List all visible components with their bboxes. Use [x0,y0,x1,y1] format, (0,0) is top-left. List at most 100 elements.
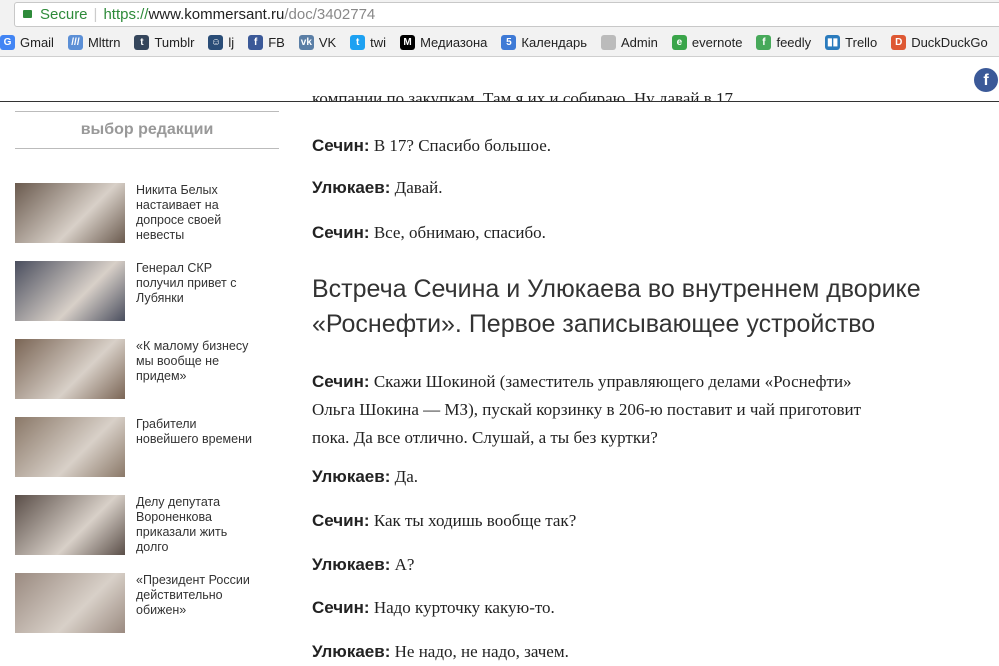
duckduckgo-icon: D [891,34,907,50]
dialogue-line: Сечин: Как ты ходишь вообще так? [312,507,962,535]
article-cut-line: компании по закупкам. Там я их и собираю… [312,89,738,101]
speech-text: Все, обнимаю, спасибо. [369,223,546,242]
dialogue-line-continuation: пока. Да все отлично. Слушай, а ты без к… [312,428,658,447]
tumblr-icon: t [134,34,150,50]
sidebar-news-item[interactable]: «Президент России действительно обижен» [15,573,279,633]
bookmark-gmail[interactable]: G Gmail [0,34,54,50]
sidebar-title: выбор редакции [15,111,279,149]
bookmark-label: Trello [845,34,878,50]
facebook-share-icon[interactable]: f [974,68,998,92]
sidebar-news-item[interactable]: Грабители новейшего времени [15,417,279,477]
speech-text: Как ты ходишь вообще так? [369,511,577,530]
news-thumbnail[interactable] [15,261,125,321]
lock-icon [23,10,32,18]
dialogue-line: Улюкаев: Не надо, не надо, зачем. [312,638,962,666]
dialogue-line: Сечин: Скажи Шокиной (заместитель управл… [312,368,962,396]
speaker-name: Сечин: [312,598,370,617]
speaker-name: Сечин: [312,223,370,242]
mlttrn-icon: /// [67,34,83,50]
speaker-name: Улюкаев: [312,555,391,574]
secure-label: Secure [40,6,88,23]
speaker-name: Улюкаев: [312,178,391,197]
bookmark-label: FB [268,34,285,50]
bookmark-календарь[interactable]: 5 Календарь [501,34,587,50]
section-heading: Встреча Сечина и Улюкаева во внутреннем … [312,275,921,338]
bookmark-label: feedly [776,34,812,50]
news-thumbnail[interactable] [15,573,125,633]
speaker-name: Сечин: [312,511,370,530]
sidebar-news-item[interactable]: Генерал СКР получил привет с Лубянки [15,261,279,321]
bookmark-mlttrn[interactable]: ///Mlttrn [67,34,120,50]
news-thumbnail[interactable] [15,495,125,555]
speech-text: Не надо, не надо, зачем. [390,642,569,661]
news-headline[interactable]: Генерал СКР получил привет с Лубянки [136,261,261,321]
speaker-name: Сечин: [312,136,370,155]
news-thumbnail[interactable] [15,339,125,399]
dialogue-line: Улюкаев: Давай. [312,174,962,202]
dialogue-line: Сечин: Надо курточку какую-то. [312,594,962,622]
bookmark-label: evernote [691,34,743,50]
facebook-icon: f [248,34,264,50]
speech-text: А? [390,555,415,574]
news-headline[interactable]: Делу депутата Вороненкова приказали жить… [136,495,261,555]
bookmark-медиазона[interactable]: M Медиазона [400,34,488,50]
evernote-icon: e [671,34,687,50]
news-thumbnail[interactable] [15,417,125,477]
bookmark-label: Gmail [20,34,54,50]
speech-text: Надо курточку какую-то. [369,598,555,617]
sidebar-news-item[interactable]: Делу депутата Вороненкова приказали жить… [15,495,279,555]
news-headline[interactable]: Никита Белых настаивает на допросе своей… [136,183,261,243]
news-headline[interactable]: «К малому бизнесу мы вообще не придем» [136,339,261,399]
bookmark-label: DuckDuckGo [911,34,988,50]
speech-text: Да. [390,467,419,486]
speech-text: В 17? Спасибо большое. [369,136,551,155]
speaker-name: Сечин: [312,372,370,391]
livejournal-icon: ☺ [208,34,224,50]
speech-text: Давай. [390,178,443,197]
bookmark-label: Admin [621,34,658,50]
bookmark-label: Tumblr [154,34,195,50]
bookmark-admin[interactable]: Admin [601,34,658,50]
news-thumbnail[interactable] [15,183,125,243]
bookmark-label: Календарь [521,34,587,50]
sidebar-news-item[interactable]: «К малому бизнесу мы вообще не придем» [15,339,279,399]
editors-choice-sidebar: выбор редакции Никита Белых настаивает н… [15,111,279,633]
news-headline[interactable]: Грабители новейшего времени [136,417,261,477]
bookmark-tumblr[interactable]: t Tumblr [134,34,195,50]
dialogue-line: Сечин: Все, обнимаю, спасибо. [312,219,962,247]
bookmark-vk[interactable]: vk VK [298,34,337,50]
browser-chrome: Secure | https://www.kommersant.ru/doc/340… [0,0,999,57]
bookmark-evernote[interactable]: e evernote [671,34,743,50]
bookmark-label: twi [370,34,387,50]
bookmark-label: Медиазона [420,34,488,50]
page-icon [601,34,616,50]
bookmark-lj[interactable]: ☺ lj [208,34,234,50]
bookmark-trello[interactable]: ▮▮ Trello [825,34,878,50]
sticky-header-divider [0,101,999,102]
dialogue-line-continuation: Ольга Шокина — МЗ), пускай корзинку в 20… [312,400,862,419]
speaker-name: Улюкаев: [312,467,391,486]
vk-icon: vk [298,34,314,50]
url-path: /doc/3402774 [284,6,376,23]
address-bar[interactable]: Secure | https://www.kommersant.ru/doc/340… [14,2,999,27]
bookmark-fb[interactable]: f FB [248,34,285,50]
dialogue-line: Улюкаев: А? [312,551,962,579]
bookmark-duckduckgo[interactable]: D DuckDuckGo [891,34,988,50]
sidebar-news-item[interactable]: Никита Белых настаивает на допросе своей… [15,183,279,243]
mediazona-icon: M [400,34,416,50]
bookmark-label: VK [318,34,337,50]
google-icon: G [0,34,15,50]
bookmark-feedly[interactable]: f feedly [756,34,812,50]
dialogue-line: Сечин: В 17? Спасибо большое. [312,132,962,160]
twitter-icon: t [350,34,366,50]
url-scheme: https:// [103,6,149,23]
bookmarks-bar: G Gmail///Mlttrn t Tumblr ☺ lj f FB vk VK t twi M Мед… [0,30,999,54]
bookmark-twi[interactable]: t twi [350,34,387,50]
dialogue-line: Улюкаев: Да. [312,463,962,491]
speaker-name: Улюкаев: [312,642,391,661]
news-headline[interactable]: «Президент России действительно обижен» [136,573,261,633]
divider: | [93,6,98,23]
feedly-icon: f [756,34,772,50]
calendar-icon: 5 [501,34,517,50]
trello-icon: ▮▮ [825,34,841,50]
